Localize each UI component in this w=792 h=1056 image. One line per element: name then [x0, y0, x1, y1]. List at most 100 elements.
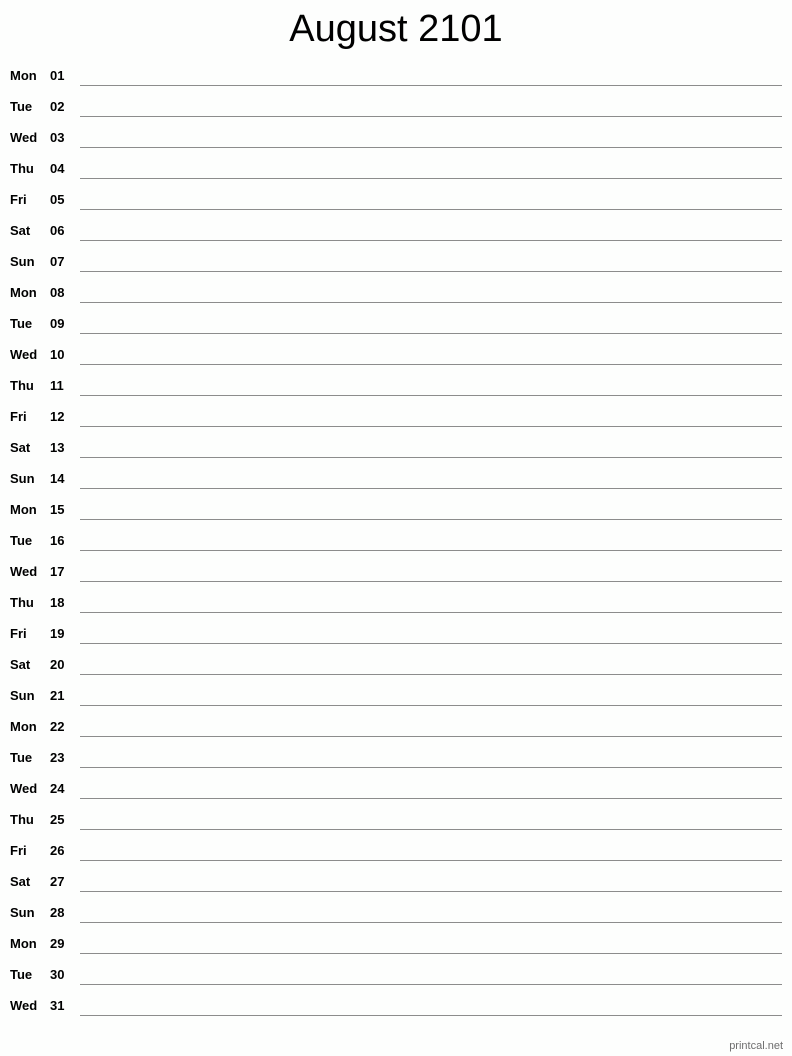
day-number: 15	[50, 502, 65, 517]
day-row: Sat 13	[0, 432, 792, 463]
writing-line	[80, 457, 782, 458]
day-of-week: Fri	[10, 626, 27, 641]
day-of-week: Sun	[10, 471, 35, 486]
writing-line	[80, 116, 782, 117]
day-of-week: Thu	[10, 378, 34, 393]
day-of-week: Sun	[10, 905, 35, 920]
writing-line	[80, 736, 782, 737]
day-number: 05	[50, 192, 65, 207]
day-number: 24	[50, 781, 65, 796]
day-of-week: Sat	[10, 440, 31, 455]
writing-line	[80, 271, 782, 272]
day-row: Fri 12	[0, 401, 792, 432]
day-number: 18	[50, 595, 65, 610]
day-row: Sat 27	[0, 866, 792, 897]
writing-line	[80, 922, 782, 923]
day-list: Mon 01 Tue 02 Wed 03 Thu 04 Fri 05 Sat 06 Sun 07 Mon 08…	[0, 60, 792, 1021]
day-of-week: Mon	[10, 719, 37, 734]
day-row: Mon 15	[0, 494, 792, 525]
day-row: Sun 28	[0, 897, 792, 928]
day-row: Thu 18	[0, 587, 792, 618]
writing-line	[80, 674, 782, 675]
day-number: 03	[50, 130, 65, 145]
day-of-week: Tue	[10, 533, 33, 548]
day-of-week: Wed	[10, 781, 38, 796]
day-of-week: Thu	[10, 595, 34, 610]
day-row: Fri 05	[0, 184, 792, 215]
day-row: Wed 03	[0, 122, 792, 153]
day-of-week: Tue	[10, 316, 33, 331]
writing-line	[80, 178, 782, 179]
day-of-week: Sun	[10, 688, 35, 703]
day-of-week: Sat	[10, 223, 31, 238]
writing-line	[80, 581, 782, 582]
day-row: Fri 19	[0, 618, 792, 649]
day-number: 13	[50, 440, 65, 455]
writing-line	[80, 85, 782, 86]
day-row: Wed 17	[0, 556, 792, 587]
day-of-week: Wed	[10, 130, 38, 145]
day-number: 21	[50, 688, 65, 703]
day-of-week: Wed	[10, 347, 38, 362]
writing-line	[80, 395, 782, 396]
day-row: Sun 21	[0, 680, 792, 711]
writing-line	[80, 767, 782, 768]
day-row: Tue 02	[0, 91, 792, 122]
day-row: Mon 22	[0, 711, 792, 742]
day-row: Sun 14	[0, 463, 792, 494]
writing-line	[80, 364, 782, 365]
writing-line	[80, 1015, 782, 1016]
day-row: Wed 10	[0, 339, 792, 370]
day-number: 02	[50, 99, 65, 114]
writing-line	[80, 209, 782, 210]
writing-line	[80, 426, 782, 427]
writing-line	[80, 302, 782, 303]
day-row: Mon 01	[0, 60, 792, 91]
day-number: 23	[50, 750, 65, 765]
day-number: 06	[50, 223, 65, 238]
day-row: Sat 06	[0, 215, 792, 246]
day-number: 28	[50, 905, 65, 920]
day-row: Thu 11	[0, 370, 792, 401]
day-number: 26	[50, 843, 65, 858]
writing-line	[80, 147, 782, 148]
writing-line	[80, 612, 782, 613]
day-of-week: Wed	[10, 998, 38, 1013]
day-of-week: Sat	[10, 874, 31, 889]
footer-credit: printcal.net	[729, 1040, 783, 1052]
day-row: Tue 09	[0, 308, 792, 339]
day-row: Mon 29	[0, 928, 792, 959]
day-of-week: Fri	[10, 843, 27, 858]
day-number: 22	[50, 719, 65, 734]
day-of-week: Fri	[10, 192, 27, 207]
day-of-week: Mon	[10, 502, 37, 517]
day-number: 01	[50, 68, 65, 83]
day-row: Mon 08	[0, 277, 792, 308]
writing-line	[80, 643, 782, 644]
day-number: 09	[50, 316, 65, 331]
day-of-week: Tue	[10, 750, 33, 765]
day-number: 27	[50, 874, 65, 889]
day-row: Tue 30	[0, 959, 792, 990]
day-number: 11	[50, 378, 64, 393]
writing-line	[80, 860, 782, 861]
day-row: Thu 04	[0, 153, 792, 184]
day-row: Wed 31	[0, 990, 792, 1021]
writing-line	[80, 829, 782, 830]
day-of-week: Tue	[10, 967, 33, 982]
day-row: Thu 25	[0, 804, 792, 835]
day-number: 29	[50, 936, 65, 951]
day-number: 14	[50, 471, 65, 486]
day-number: 16	[50, 533, 65, 548]
day-of-week: Wed	[10, 564, 38, 579]
writing-line	[80, 705, 782, 706]
day-row: Tue 16	[0, 525, 792, 556]
day-number: 31	[50, 998, 65, 1013]
day-number: 17	[50, 564, 65, 579]
day-of-week: Thu	[10, 812, 34, 827]
writing-line	[80, 488, 782, 489]
writing-line	[80, 519, 782, 520]
day-number: 25	[50, 812, 65, 827]
writing-line	[80, 891, 782, 892]
day-of-week: Mon	[10, 68, 37, 83]
